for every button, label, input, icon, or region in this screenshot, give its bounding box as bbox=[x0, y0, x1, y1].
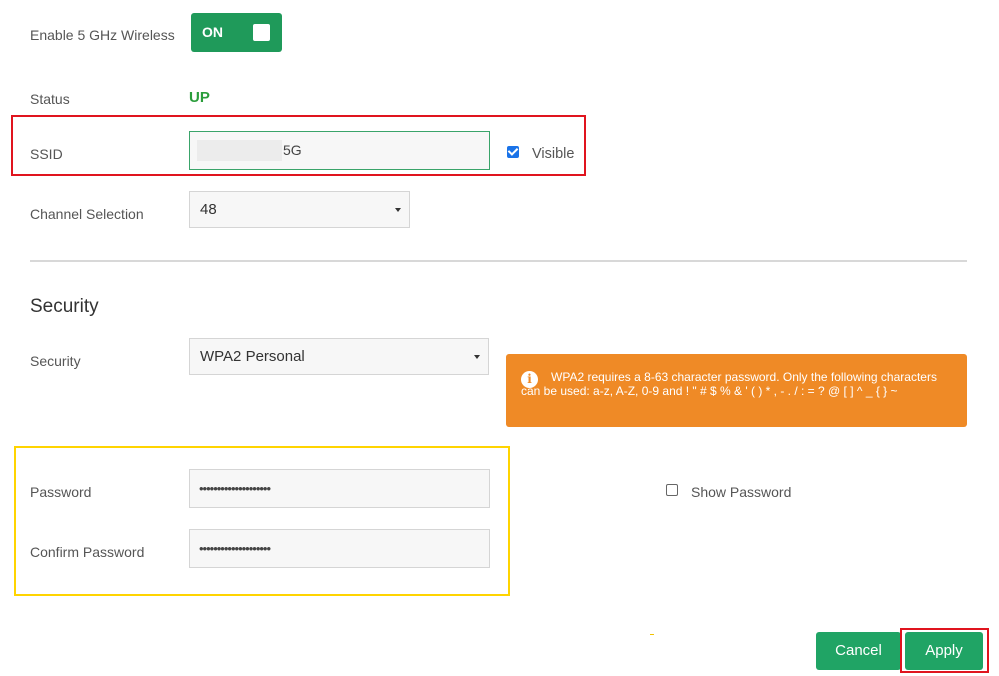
ssid-redacted-region bbox=[197, 140, 282, 161]
show-password-checkbox[interactable] bbox=[666, 484, 678, 496]
apply-button[interactable]: Apply bbox=[905, 632, 983, 670]
security-section-title: Security bbox=[30, 296, 99, 317]
section-divider bbox=[30, 260, 967, 262]
status-label: Status bbox=[30, 91, 70, 107]
confirm-password-masked-value: •••••••••••••••••••• bbox=[199, 541, 271, 556]
password-requirements-alert: i WPA2 requires a 8-63 character passwor… bbox=[506, 354, 967, 427]
cancel-button[interactable]: Cancel bbox=[816, 632, 901, 670]
password-label: Password bbox=[30, 484, 92, 500]
channel-select-value: 48 bbox=[200, 201, 217, 218]
chevron-down-icon bbox=[474, 354, 480, 359]
ssid-input[interactable]: 5G bbox=[189, 131, 490, 170]
decorative-mark bbox=[650, 634, 654, 635]
password-input[interactable]: •••••••••••••••••••• bbox=[189, 469, 490, 508]
password-masked-value: •••••••••••••••••••• bbox=[199, 481, 271, 496]
ssid-label: SSID bbox=[30, 146, 63, 162]
security-select[interactable]: WPA2 Personal bbox=[189, 338, 489, 375]
security-select-value: WPA2 Personal bbox=[200, 348, 305, 365]
toggle-knob bbox=[253, 24, 270, 41]
ssid-visible-checkbox[interactable] bbox=[507, 146, 519, 158]
chevron-down-icon bbox=[395, 207, 401, 212]
ssid-value-text: 5G bbox=[283, 142, 302, 158]
channel-selection-label: Channel Selection bbox=[30, 206, 144, 222]
toggle-state-text: ON bbox=[202, 24, 223, 40]
channel-select[interactable]: 48 bbox=[189, 191, 410, 228]
alert-text: WPA2 requires a 8-63 character password.… bbox=[521, 370, 937, 398]
ssid-visible-label: Visible bbox=[532, 146, 575, 162]
enable-5ghz-label: Enable 5 GHz Wireless bbox=[30, 27, 175, 43]
enable-5ghz-toggle[interactable]: ON bbox=[191, 13, 282, 52]
security-label: Security bbox=[30, 353, 81, 369]
confirm-password-input[interactable]: •••••••••••••••••••• bbox=[189, 529, 490, 568]
status-value: UP bbox=[189, 89, 210, 106]
show-password-label: Show Password bbox=[691, 484, 792, 500]
confirm-password-label: Confirm Password bbox=[30, 544, 145, 560]
